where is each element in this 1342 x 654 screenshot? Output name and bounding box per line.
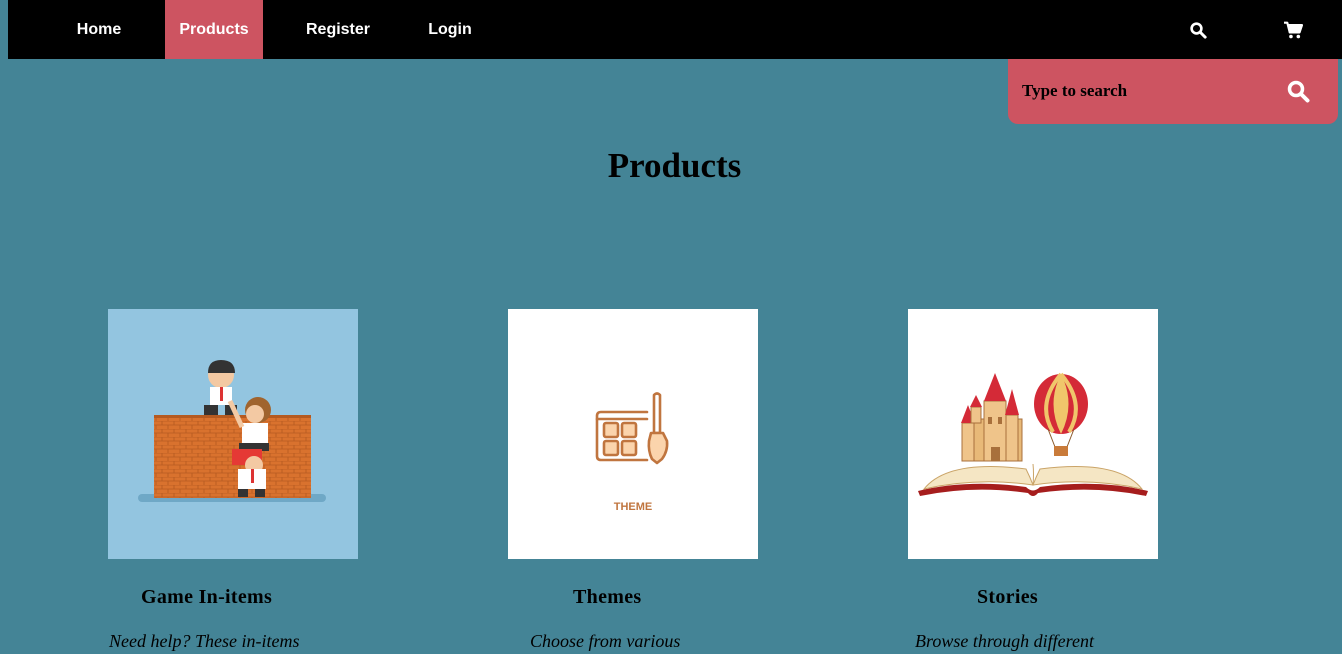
storybook-castle-illustration xyxy=(918,372,1148,496)
product-card-stories[interactable]: Stories Browse through different xyxy=(908,309,1158,651)
nav-search-icon[interactable] xyxy=(1178,0,1218,59)
product-description: Browse through different xyxy=(915,631,1094,651)
page-title: Products xyxy=(607,146,742,185)
product-title[interactable]: Themes xyxy=(573,586,641,609)
nav-cart-icon[interactable] xyxy=(1273,0,1313,59)
theme-caption: THEME xyxy=(614,501,653,513)
nav-products[interactable]: Products xyxy=(165,0,263,59)
search-icon xyxy=(1190,21,1207,39)
search-panel xyxy=(1008,59,1338,124)
cart-icon xyxy=(1284,21,1303,38)
product-card-game-in-items[interactable]: Game In-items Need help? These in-items xyxy=(108,309,358,651)
nav-register[interactable]: Register xyxy=(288,0,388,59)
search-input[interactable] xyxy=(1022,73,1262,109)
product-image-stories xyxy=(908,309,1158,559)
search-icon xyxy=(1287,80,1310,103)
product-card-themes[interactable]: THEME Themes Choose from various xyxy=(508,309,758,651)
navbar: Home Products Register Login xyxy=(8,0,1342,59)
nav-login[interactable]: Login xyxy=(410,0,490,59)
teamwork-wall-illustration xyxy=(138,360,326,502)
product-title[interactable]: Game In-items xyxy=(141,586,272,609)
search-submit-button[interactable] xyxy=(1283,76,1313,106)
product-description: Need help? These in-items xyxy=(109,631,300,651)
product-title[interactable]: Stories xyxy=(977,586,1038,609)
theme-palette-illustration: THEME xyxy=(595,392,669,513)
nav-home[interactable]: Home xyxy=(56,0,142,59)
product-image-game-in-items xyxy=(108,309,358,559)
product-description: Choose from various xyxy=(530,631,681,651)
product-image-themes: THEME xyxy=(508,309,758,559)
